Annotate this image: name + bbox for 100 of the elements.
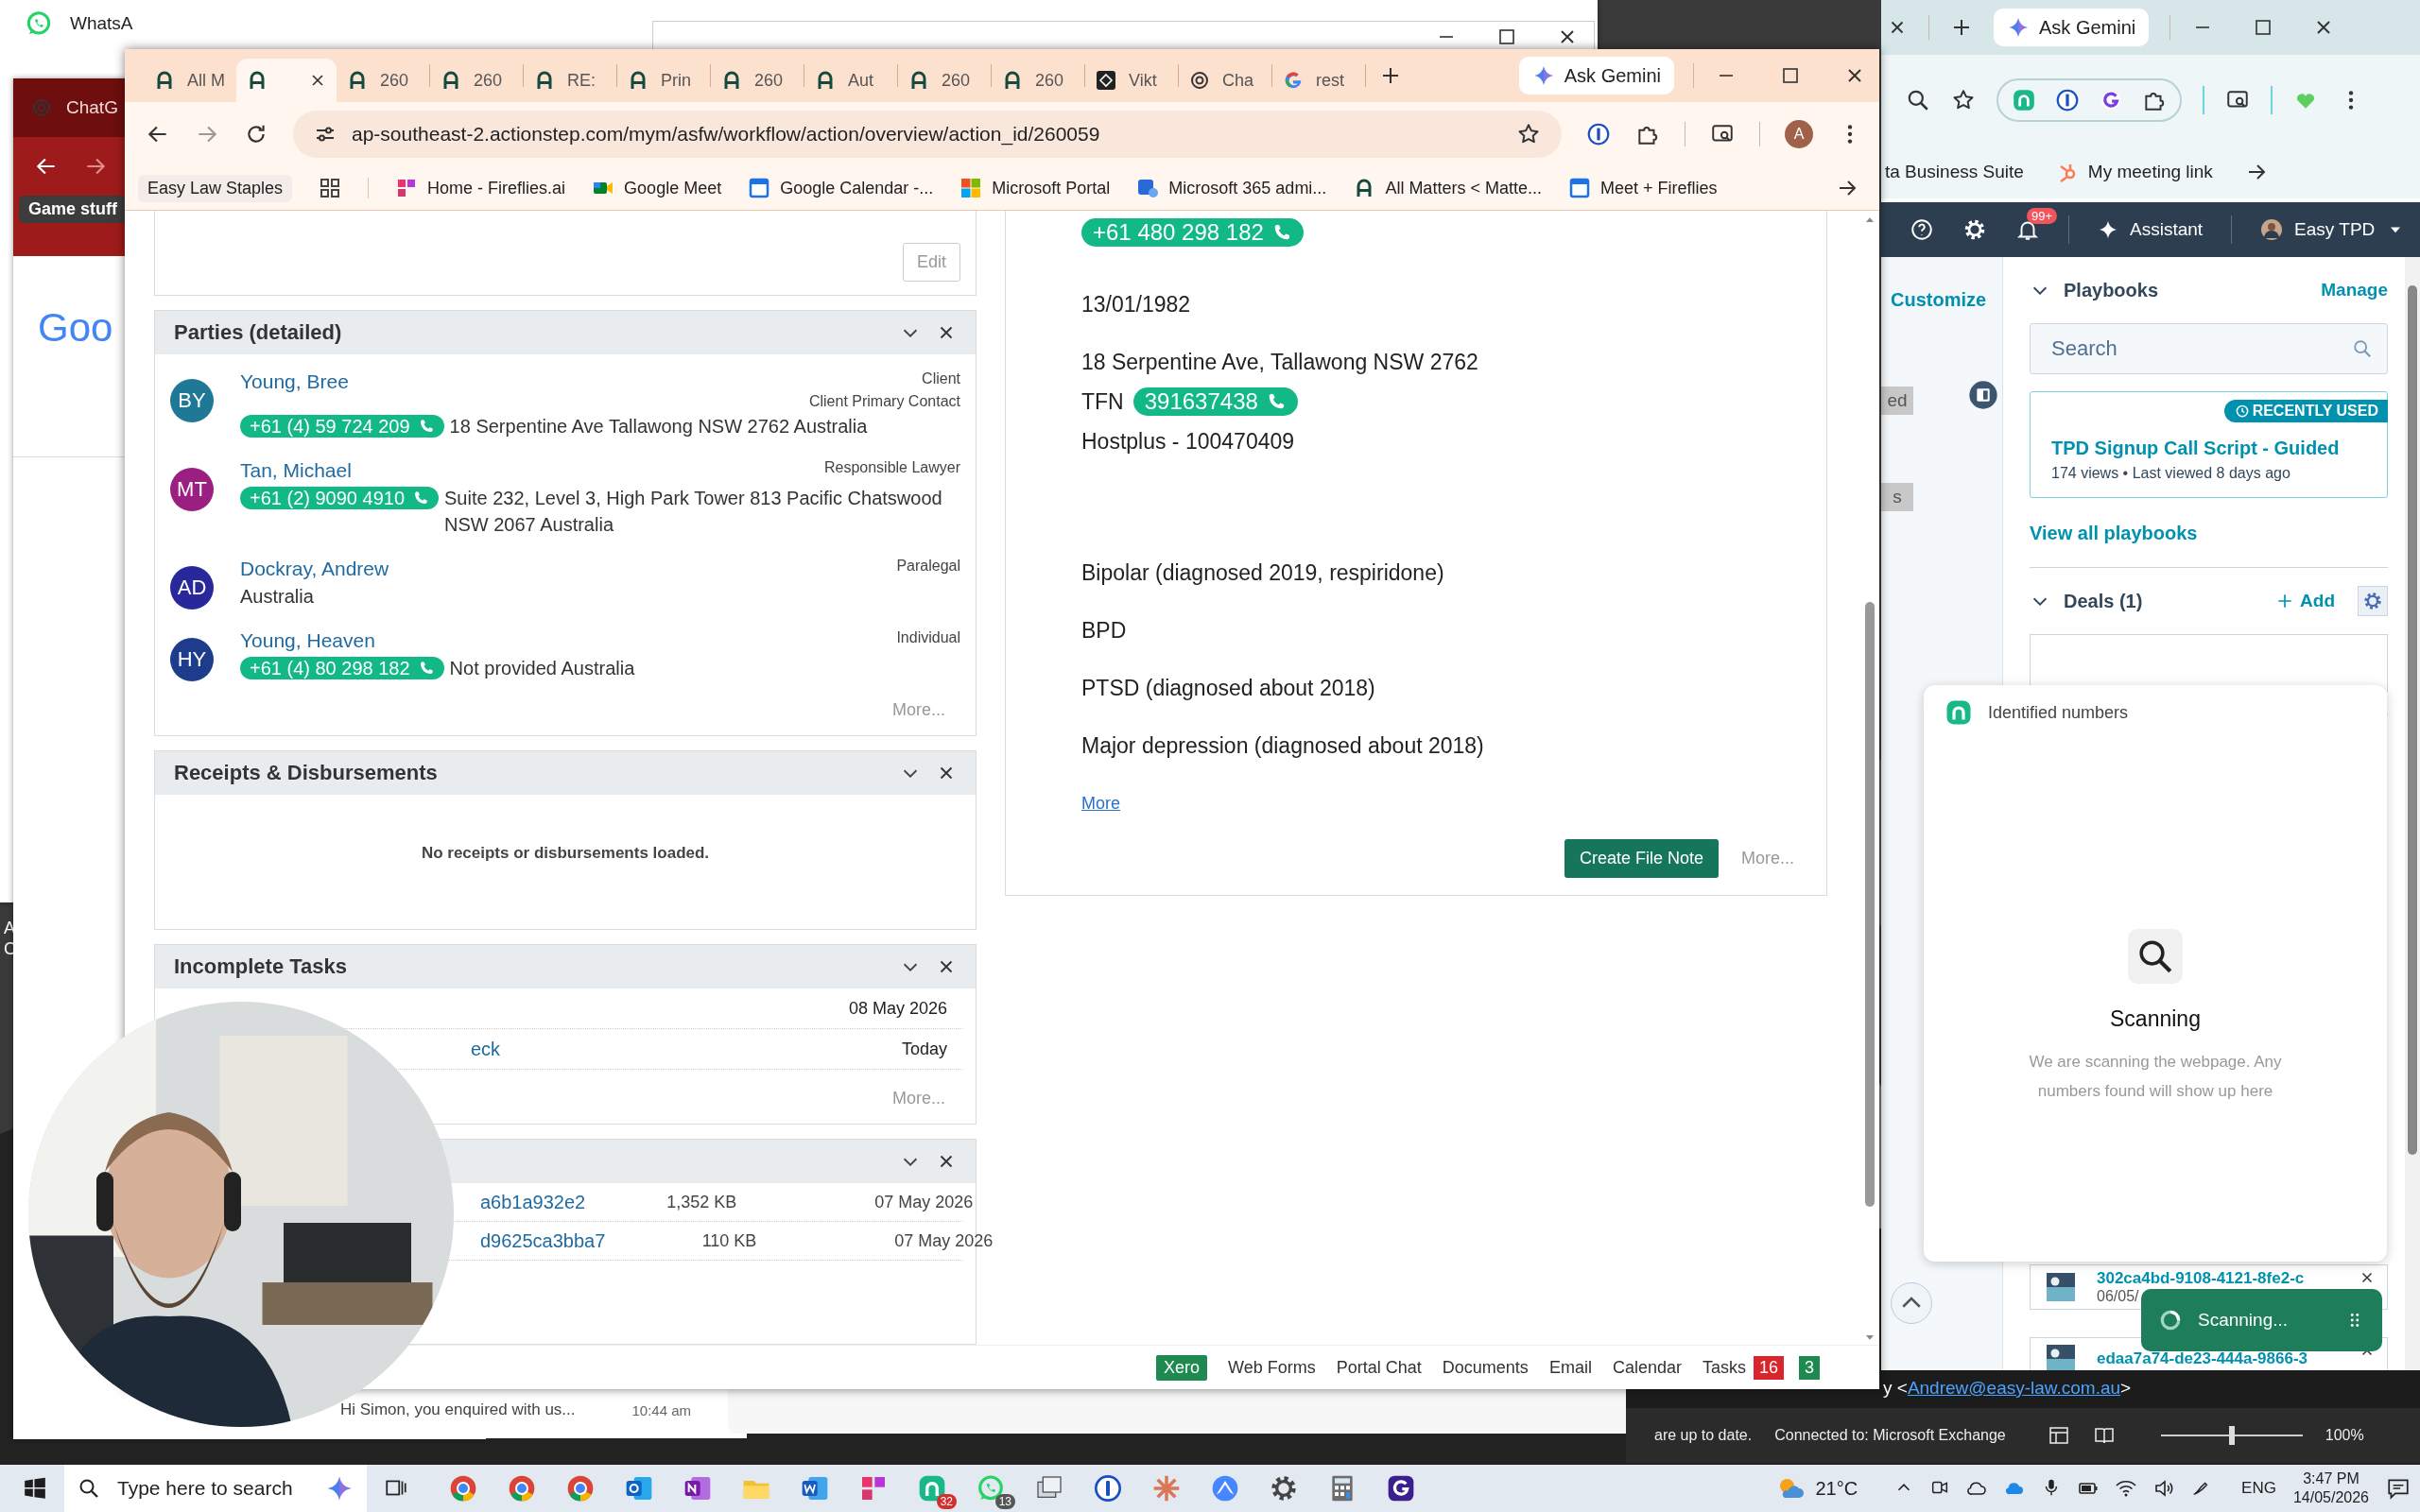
bookmark[interactable]: Home - Fireflies.ai bbox=[395, 177, 566, 199]
xero-button[interactable]: Xero bbox=[1156, 1354, 1208, 1381]
bookmark[interactable]: My meeting link bbox=[2055, 161, 2213, 183]
app-logo-icon bbox=[1945, 698, 1973, 727]
asterisk-icon[interactable] bbox=[1151, 1473, 1182, 1503]
settings-icon[interactable] bbox=[1962, 217, 1987, 242]
party-name-link[interactable]: Young, Heaven bbox=[240, 627, 375, 655]
browser-tab[interactable]: Prin bbox=[617, 59, 710, 102]
add-button[interactable]: Add bbox=[2275, 591, 2335, 611]
weather-widget[interactable]: 21°C bbox=[1775, 1474, 1858, 1503]
bookmark[interactable]: Google Calendar -... bbox=[748, 177, 934, 199]
bookmark[interactable]: Microsoft Portal bbox=[959, 177, 1111, 199]
party-name-link[interactable]: Tan, Michael bbox=[240, 456, 352, 485]
recently-used-badge: RECENTLY USED bbox=[2223, 400, 2388, 422]
gemini-button[interactable]: Ask Gemini bbox=[1518, 57, 1674, 94]
help-icon[interactable] bbox=[1910, 217, 1934, 242]
tab-label[interactable]: s bbox=[1881, 483, 1913, 511]
browser-tab[interactable]: 260 bbox=[992, 59, 1084, 102]
bookmark[interactable]: Google Meet bbox=[592, 177, 722, 199]
view-all-link[interactable]: View all playbooks bbox=[2030, 523, 2388, 544]
language-indicator[interactable]: ENG bbox=[2241, 1479, 2276, 1498]
playbook-card[interactable]: RECENTLY USED TPD Signup Call Script - Guided 174 views • Last viewed 8 days ago bbox=[2030, 391, 2388, 498]
bookmark[interactable]: Microsoft 365 admi... bbox=[1136, 177, 1327, 199]
browser-tab[interactable]: 260 bbox=[430, 59, 523, 102]
note-text: 13/01/1982 bbox=[1081, 291, 1191, 318]
g-logo-icon[interactable] bbox=[1386, 1473, 1416, 1503]
document-link[interactable]: d9625ca3bba7 bbox=[480, 1229, 606, 1252]
party-role: Client Primary Contact bbox=[808, 392, 960, 411]
browser-icon[interactable] bbox=[448, 1473, 478, 1503]
settings-icon[interactable] bbox=[1269, 1473, 1299, 1503]
customize-link[interactable]: Customize bbox=[1881, 289, 2002, 311]
party-address: Suite 232, Level 3, High Park Tower 813 Pacific Chatswood NSW 2067 Australia bbox=[444, 487, 943, 537]
bookmark[interactable]: Meet + Fireflies bbox=[1567, 177, 1718, 199]
search-field[interactable]: Search bbox=[2030, 323, 2388, 374]
browser-tab[interactable]: ChatG bbox=[30, 96, 118, 119]
task-date: Today bbox=[901, 1039, 948, 1059]
manage-link[interactable]: Manage bbox=[2321, 280, 2388, 301]
document-link[interactable]: a6b1a932e2 bbox=[480, 1191, 586, 1213]
footer-link[interactable]: Portal Chat bbox=[1336, 1357, 1422, 1378]
zoom-icon[interactable] bbox=[1906, 88, 1930, 112]
gemini-button[interactable]: Ask Gemini bbox=[1994, 9, 2150, 46]
footer-link[interactable]: Documents bbox=[1442, 1357, 1529, 1378]
party-role: Client bbox=[921, 369, 960, 388]
notifications-icon[interactable] bbox=[2386, 1476, 2411, 1501]
browser-icon[interactable] bbox=[507, 1473, 537, 1503]
assistant-button[interactable]: Assistant bbox=[2098, 219, 2204, 240]
scrollbar-thumb[interactable] bbox=[1865, 602, 1875, 1207]
address-bar[interactable]: ap-southeast-2.actionstep.com/mym/asfw/workflow/action/overview/action_id/260059 bbox=[293, 111, 1562, 158]
create-file-note-button[interactable]: Create File Note bbox=[1564, 839, 1719, 878]
start-icon[interactable] bbox=[23, 1476, 47, 1501]
account-menu[interactable]: Easy TPD bbox=[2260, 218, 2406, 241]
file-link[interactable]: 302ca4bd-9108-4121-8fe2-c bbox=[2097, 1269, 2305, 1288]
section-toggle[interactable]: Playbooks bbox=[2030, 279, 2159, 301]
footer-link[interactable]: Email bbox=[1548, 1357, 1592, 1378]
bookmark[interactable]: ta Business Suite bbox=[1885, 162, 2024, 182]
email-address-link[interactable]: Andrew@easy-law.com.au bbox=[1907, 1378, 2121, 1398]
task-link[interactable]: eck bbox=[471, 1038, 501, 1060]
browser-tab[interactable]: 260 bbox=[711, 59, 804, 102]
search-field[interactable]: Type here to search bbox=[115, 1469, 310, 1508]
party-name-link[interactable]: Young, Bree bbox=[240, 368, 349, 396]
browser-tab[interactable]: All M bbox=[144, 59, 236, 102]
diamond-logo-icon bbox=[1095, 69, 1117, 92]
password-icon[interactable] bbox=[1093, 1473, 1123, 1503]
g-logo-icon[interactable] bbox=[2099, 88, 2123, 112]
clock[interactable]: 3:47 PM 14/05/2026 bbox=[2292, 1469, 2369, 1507]
section-toggle[interactable]: Deals (1) bbox=[2030, 590, 2143, 612]
browser-tab[interactable]: 260 bbox=[337, 59, 429, 102]
scrollbar-thumb[interactable] bbox=[2408, 285, 2417, 1155]
panel-title: Receipts & Disbursements bbox=[174, 761, 438, 785]
browser-tab[interactable] bbox=[236, 59, 337, 102]
status-text: Connected to: Microsoft Exchange bbox=[1774, 1427, 2006, 1444]
playbook-title[interactable]: TPD Signup Call Script - Guided bbox=[2051, 438, 2366, 459]
browser-tab[interactable]: Vikt bbox=[1085, 59, 1178, 102]
browser-tab[interactable]: Aut bbox=[804, 59, 897, 102]
bookmark[interactable]: All Matters < Matte... bbox=[1353, 177, 1542, 199]
password-icon[interactable] bbox=[2055, 88, 2080, 112]
mountain-icon[interactable] bbox=[1210, 1473, 1240, 1503]
browser-tab[interactable]: RE: bbox=[524, 59, 616, 102]
search-bar[interactable]: Type here to search bbox=[64, 1465, 367, 1512]
password-icon[interactable] bbox=[1586, 122, 1611, 146]
app-badge: 32 bbox=[936, 1494, 957, 1509]
apps-grid-icon[interactable] bbox=[319, 177, 342, 199]
calendar-icon bbox=[1567, 177, 1591, 199]
browser-icon[interactable] bbox=[565, 1473, 596, 1503]
profile-avatar[interactable]: A bbox=[1785, 120, 1813, 148]
footer-link[interactable]: Calendar bbox=[1612, 1357, 1682, 1378]
tab-label[interactable]: ed bbox=[1881, 387, 1913, 415]
footer-link[interactable]: Tasks bbox=[1702, 1357, 1746, 1378]
layout-icon[interactable] bbox=[2047, 1424, 2070, 1447]
more-link[interactable]: More bbox=[1081, 793, 1120, 814]
browser-tab[interactable]: 260 bbox=[898, 59, 991, 102]
bookmark[interactable]: Easy Law Staples bbox=[138, 174, 293, 202]
extension-logo-icon[interactable] bbox=[2012, 88, 2036, 112]
browser-tab[interactable]: Cha bbox=[1179, 59, 1271, 102]
file-link[interactable]: edaa7a74-de23-444a-9866-3 bbox=[2097, 1349, 2308, 1368]
browser-tab[interactable]: rest bbox=[1272, 59, 1365, 102]
party-name-link[interactable]: Dockray, Andrew bbox=[240, 555, 389, 583]
panel-toggle-icon[interactable] bbox=[1968, 380, 1998, 410]
message-preview[interactable]: Hi Simon, you enquired with us... bbox=[340, 1400, 576, 1419]
footer-link[interactable]: Web Forms bbox=[1228, 1357, 1316, 1378]
